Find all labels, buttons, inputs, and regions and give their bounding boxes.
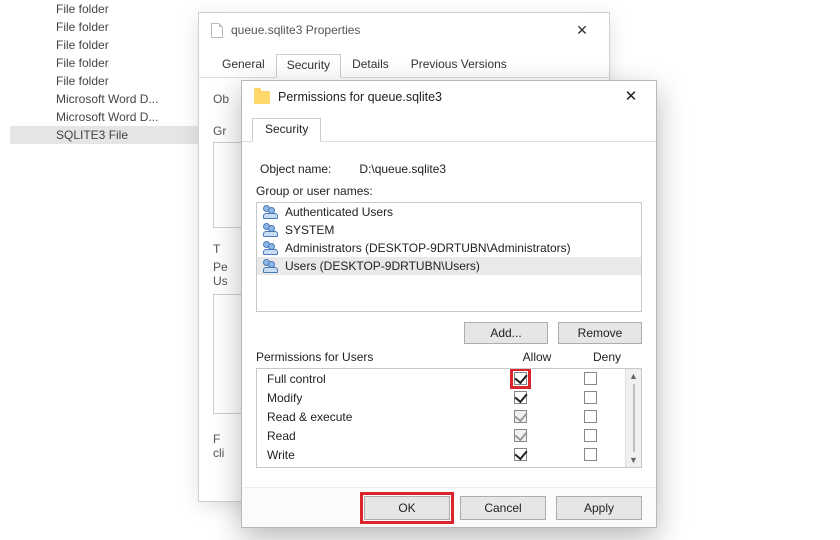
apply-button[interactable]: Apply bbox=[556, 496, 642, 520]
permissions-for-label: Permissions for Users bbox=[256, 350, 502, 364]
permission-name: Modify bbox=[267, 391, 485, 405]
file-type-row[interactable]: File folder bbox=[10, 0, 210, 18]
permissions-footer: OK Cancel Apply bbox=[242, 487, 656, 527]
group-name: Administrators (DESKTOP-9DRTUBN\Administ… bbox=[285, 241, 571, 255]
groups-listbox[interactable]: Authenticated Users SYSTEM Administrators … bbox=[256, 202, 642, 312]
scrollbar[interactable]: ▲ ▼ bbox=[625, 369, 641, 467]
file-type-row[interactable]: File folder bbox=[10, 36, 210, 54]
tab-general[interactable]: General bbox=[211, 53, 276, 77]
permissions-window: Permissions for queue.sqlite3 ✕ Security… bbox=[241, 80, 657, 528]
close-icon[interactable]: ✕ bbox=[563, 16, 601, 44]
object-name-value: D:\queue.sqlite3 bbox=[359, 162, 446, 176]
deny-checkbox[interactable] bbox=[584, 410, 597, 423]
group-name: Users (DESKTOP-9DRTUBN\Users) bbox=[285, 259, 480, 273]
ok-button[interactable]: OK bbox=[364, 496, 450, 520]
allow-checkbox[interactable] bbox=[514, 448, 527, 461]
permission-row: Read bbox=[257, 426, 625, 445]
deny-checkbox[interactable] bbox=[584, 448, 597, 461]
tab-previous-versions[interactable]: Previous Versions bbox=[400, 53, 518, 77]
permission-row: Full control bbox=[257, 369, 625, 388]
allow-checkbox[interactable] bbox=[514, 372, 527, 385]
column-allow: Allow bbox=[502, 350, 572, 364]
users-icon bbox=[263, 259, 279, 273]
file-type-row[interactable]: Microsoft Word D... bbox=[10, 90, 210, 108]
file-type-row[interactable]: File folder bbox=[10, 18, 210, 36]
scroll-thumb[interactable] bbox=[633, 384, 635, 452]
group-row[interactable]: Users (DESKTOP-9DRTUBN\Users) bbox=[257, 257, 641, 275]
props-object-prefix: Ob bbox=[213, 92, 229, 106]
remove-button[interactable]: Remove bbox=[558, 322, 642, 344]
users-icon bbox=[263, 223, 279, 237]
group-row[interactable]: Authenticated Users bbox=[257, 203, 641, 221]
tab-security[interactable]: Security bbox=[276, 54, 341, 78]
permission-name: Read & execute bbox=[267, 410, 485, 424]
permission-row: Read & execute bbox=[257, 407, 625, 426]
column-deny: Deny bbox=[572, 350, 642, 364]
properties-title: queue.sqlite3 Properties bbox=[231, 23, 563, 37]
props-pe: Pe bbox=[213, 260, 228, 274]
group-name: Authenticated Users bbox=[285, 205, 393, 219]
properties-titlebar[interactable]: queue.sqlite3 Properties ✕ bbox=[199, 13, 609, 47]
folder-icon bbox=[254, 91, 270, 104]
add-button[interactable]: Add... bbox=[464, 322, 548, 344]
object-name-label: Object name: bbox=[260, 162, 331, 176]
scroll-up-icon[interactable]: ▲ bbox=[626, 369, 641, 383]
permissions-tabs: Security bbox=[242, 113, 656, 142]
allow-checkbox[interactable] bbox=[514, 410, 527, 423]
scroll-down-icon[interactable]: ▼ bbox=[626, 453, 641, 467]
explorer-type-column: File folderFile folderFile folderFile fo… bbox=[10, 0, 210, 144]
deny-checkbox[interactable] bbox=[584, 391, 597, 404]
props-us: Us bbox=[213, 274, 228, 288]
tab-details[interactable]: Details bbox=[341, 53, 400, 77]
groups-label: Group or user names: bbox=[256, 184, 642, 198]
permission-name: Full control bbox=[267, 372, 485, 386]
group-row[interactable]: Administrators (DESKTOP-9DRTUBN\Administ… bbox=[257, 239, 641, 257]
permission-name: Write bbox=[267, 448, 485, 462]
file-type-row[interactable]: File folder bbox=[10, 54, 210, 72]
file-type-row[interactable]: Microsoft Word D... bbox=[10, 108, 210, 126]
permissions-title: Permissions for queue.sqlite3 bbox=[278, 90, 610, 104]
file-type-row[interactable]: SQLITE3 File bbox=[10, 126, 210, 144]
cancel-button[interactable]: Cancel bbox=[460, 496, 546, 520]
file-type-row[interactable]: File folder bbox=[10, 72, 210, 90]
deny-checkbox[interactable] bbox=[584, 372, 597, 385]
permission-row: Modify bbox=[257, 388, 625, 407]
allow-checkbox[interactable] bbox=[514, 429, 527, 442]
group-row[interactable]: SYSTEM bbox=[257, 221, 641, 239]
permissions-titlebar[interactable]: Permissions for queue.sqlite3 ✕ bbox=[242, 81, 656, 113]
props-cl: cli bbox=[213, 446, 224, 460]
users-icon bbox=[263, 205, 279, 219]
permissions-listbox: Full control Modify Read & execute Read Writ… bbox=[256, 368, 642, 468]
props-f: F bbox=[213, 432, 220, 446]
group-name: SYSTEM bbox=[285, 223, 334, 237]
close-icon[interactable]: ✕ bbox=[610, 83, 652, 111]
deny-checkbox[interactable] bbox=[584, 429, 597, 442]
props-section-t: T bbox=[213, 242, 220, 256]
allow-checkbox[interactable] bbox=[514, 391, 527, 404]
properties-tabs: GeneralSecurityDetailsPrevious Versions bbox=[199, 47, 609, 78]
file-icon bbox=[211, 23, 223, 38]
props-groups-label-cut: Gr bbox=[213, 124, 226, 138]
users-icon bbox=[263, 241, 279, 255]
permission-name: Read bbox=[267, 429, 485, 443]
tab-security[interactable]: Security bbox=[252, 118, 321, 142]
permission-row: Write bbox=[257, 445, 625, 464]
